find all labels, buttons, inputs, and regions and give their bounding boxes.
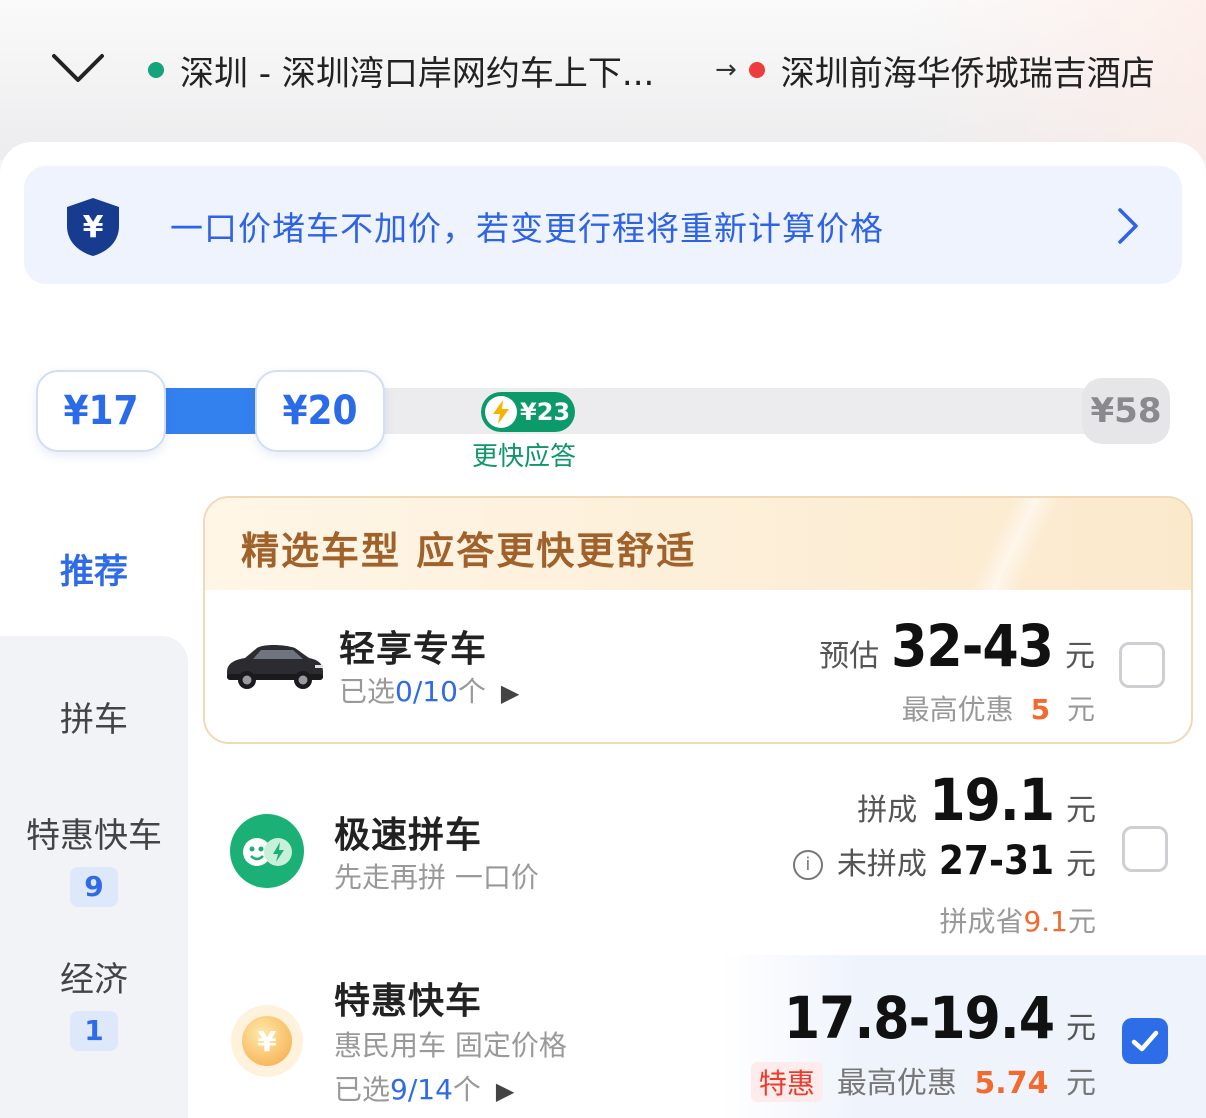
coin-icon: ¥	[231, 1005, 303, 1077]
sidebar-item-label: 拼车	[60, 700, 128, 740]
max-discount: 最高优惠 5 元	[902, 688, 1095, 728]
savings-value: 9.1	[1023, 905, 1068, 938]
vehicle-subtitle: 惠民用车 固定价格	[334, 1029, 567, 1062]
vehicle-name: 极速拼车	[334, 815, 483, 856]
price-slider-cap: ¥58	[1082, 378, 1170, 444]
destination-text: 深圳前海华侨城瑞吉酒店	[780, 53, 1155, 94]
featured-header: 精选车型 应答更快更舒适	[205, 498, 1191, 590]
vehicle-name: 特惠快车	[334, 981, 483, 1022]
unpooled-price: i 未拼成 27-31 元	[792, 838, 1096, 884]
route-header: 深圳 - 深圳湾口岸网约车上下... → 深圳前海华侨城瑞吉酒店	[0, 30, 1206, 110]
selected-suffix: 个	[457, 675, 486, 708]
price-unit: 元	[1066, 847, 1096, 882]
fast-response-label: 更快应答	[472, 442, 577, 472]
lightning-icon	[485, 396, 517, 428]
price-value: 17.8-19.4	[783, 984, 1055, 1052]
price-slider-min-handle[interactable]: ¥17	[36, 370, 166, 452]
info-icon[interactable]: i	[792, 849, 823, 880]
fixed-price-notice[interactable]: ¥ 一口价堵车不加价，若变更行程将重新计算价格	[24, 166, 1182, 284]
destination-dot-icon	[748, 62, 765, 78]
discount-tag: 特惠	[750, 1062, 823, 1102]
count-badge: 9	[70, 867, 118, 907]
sidebar-item-express[interactable]: 特惠快车 9	[0, 808, 188, 907]
chevron-right-icon	[1118, 208, 1138, 244]
price-unit: 元	[1066, 793, 1096, 828]
sidebar-item-carpool[interactable]: 拼车	[0, 692, 188, 741]
selected-suffix: 个	[452, 1073, 481, 1106]
price-value: 32-43	[891, 612, 1054, 680]
select-checkbox[interactable]	[1122, 826, 1168, 872]
route-summary[interactable]: 深圳 - 深圳湾口岸网约车上下... → 深圳前海华侨城瑞吉酒店	[148, 42, 1188, 98]
price-value: 19.1	[929, 766, 1055, 834]
pooled-price: 拼成 19.1 元	[857, 766, 1096, 834]
origin-text: 深圳 - 深圳湾口岸网约车上下...	[180, 53, 655, 94]
sidebar-item-economy[interactable]: 经济 1	[0, 952, 188, 1051]
shield-yuan-icon: ¥	[67, 198, 119, 256]
discount-prefix: 最高优惠	[901, 693, 1014, 726]
estimated-price: 17.8-19.4 元	[772, 984, 1096, 1052]
selected-prefix: 已选	[339, 675, 396, 708]
price-unit: 元	[1066, 1011, 1096, 1046]
featured-title: 精选车型 应答更快更舒适	[241, 529, 697, 573]
discount-unit: 元	[1066, 693, 1095, 726]
max-discount: 特惠 最高优惠 5.74 元	[750, 1058, 1096, 1102]
savings-unit: 元	[1067, 905, 1096, 938]
svg-text:¥: ¥	[257, 1025, 277, 1058]
featured-vehicle-card: 精选车型 应答更快更舒适 轻享专车 已选0/10个 ▶ 预估 32-43 元 最…	[203, 496, 1193, 744]
price-unit: 元	[1065, 639, 1095, 674]
sidebar-item-recommended[interactable]: 推荐	[0, 544, 188, 593]
caret-right-icon: ▶	[500, 679, 520, 707]
svg-text:¥: ¥	[83, 210, 104, 245]
sidebar-item-label: 特惠快车	[26, 816, 162, 856]
price-prefix: 未拼成	[836, 847, 927, 882]
select-checkbox[interactable]	[1119, 642, 1165, 688]
selected-count[interactable]: 已选9/14个 ▶	[334, 1068, 514, 1108]
fast-price-value: ¥23	[520, 398, 571, 426]
chevron-down-icon[interactable]	[50, 48, 106, 88]
savings-prefix: 拼成省	[939, 905, 1024, 938]
arrow-right-icon: →	[715, 55, 737, 85]
pool-savings: 拼成省9.1元	[939, 900, 1096, 940]
caret-right-icon: ▶	[495, 1077, 515, 1105]
price-prefix: 拼成	[857, 793, 918, 828]
selected-prefix: 已选	[334, 1073, 391, 1106]
carpool-icon	[230, 814, 304, 888]
price-prefix: 预估	[819, 639, 880, 674]
sidebar-item-label: 经济	[60, 960, 128, 1000]
selected-count[interactable]: 已选0/10个 ▶	[339, 670, 519, 710]
vehicle-name: 轻享专车	[339, 629, 488, 670]
selected-value: 9/14	[390, 1073, 453, 1106]
origin-dot-icon	[148, 62, 164, 78]
vehicle-subtitle: 先走再拼 一口价	[334, 861, 539, 894]
price-slider-max-handle[interactable]: ¥20	[255, 370, 385, 452]
price-value: 27-31	[938, 838, 1054, 884]
discount-value: 5	[1030, 693, 1051, 726]
selected-value: 0/10	[395, 675, 458, 708]
select-checkbox[interactable]	[1122, 1018, 1168, 1064]
notice-text: 一口价堵车不加价，若变更行程将重新计算价格	[170, 209, 884, 248]
checkmark-icon	[1131, 1030, 1159, 1052]
count-badge: 1	[70, 1011, 118, 1051]
discount-prefix: 最高优惠	[836, 1066, 957, 1101]
sedan-car-icon	[227, 645, 323, 689]
fast-response-price-marker[interactable]: ¥23	[481, 392, 575, 432]
discount-unit: 元	[1066, 1066, 1096, 1101]
estimated-price: 预估 32-43 元	[819, 612, 1095, 680]
discount-value: 5.74	[974, 1066, 1049, 1101]
